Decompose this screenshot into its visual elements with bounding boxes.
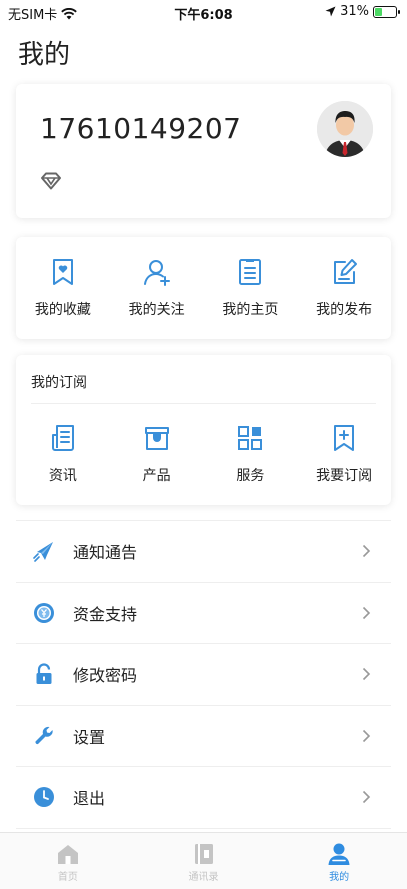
- subscription-news[interactable]: 资讯: [16, 423, 110, 485]
- tab-label: 通讯录: [188, 872, 219, 883]
- lock-icon: [36, 663, 52, 685]
- grid-icon: [238, 426, 263, 450]
- status-bar: 无SIM卡 下午6:08 31%: [0, 0, 407, 24]
- phone-number: 17610149207: [40, 112, 242, 145]
- chevron-right-icon: [362, 545, 371, 558]
- menu-item-funding[interactable]: 资金支持: [16, 583, 391, 644]
- subscription-label: 服务: [236, 468, 265, 484]
- subscription-add[interactable]: 我要订阅: [297, 423, 391, 485]
- action-label: 我的收藏: [34, 302, 91, 318]
- wrench-icon: [35, 726, 53, 744]
- news-icon: [51, 425, 74, 451]
- battery-percent: 31%: [340, 4, 369, 19]
- tab-bar: 首页 通讯录 我的: [0, 832, 407, 889]
- page-title: 我的: [18, 40, 71, 70]
- document-list-icon: [239, 259, 262, 285]
- status-right: 31%: [325, 4, 400, 19]
- tab-label: 我的: [329, 872, 350, 883]
- quick-actions-card: 我的收藏 我的关注 我的主页 我的发布: [16, 237, 391, 339]
- person-icon: [328, 843, 350, 865]
- diamond-icon: [41, 172, 61, 190]
- contacts-icon: [194, 844, 213, 864]
- edit-icon: [334, 259, 358, 284]
- home-icon: [57, 845, 78, 864]
- settings-menu: 通知通告 资金支持 修改密码 设置 退出: [16, 520, 391, 829]
- store-icon: [144, 427, 169, 450]
- quick-actions-grid: 我的收藏 我的关注 我的主页 我的发布: [16, 257, 391, 319]
- avatar-person-icon: [317, 101, 373, 157]
- chevron-right-icon: [362, 606, 371, 619]
- subscription-products[interactable]: 产品: [110, 423, 204, 485]
- chevron-right-icon: [362, 791, 371, 804]
- menu-item-settings[interactable]: 设置: [16, 706, 391, 767]
- menu-item-label: 修改密码: [73, 666, 138, 686]
- action-label: 我的主页: [222, 302, 279, 318]
- bookmark-add-icon: [334, 425, 355, 451]
- menu-item-label: 退出: [73, 789, 106, 809]
- subscription-services[interactable]: 服务: [204, 423, 298, 485]
- menu-item-change-password[interactable]: 修改密码: [16, 644, 391, 706]
- subscriptions-title: 我的订阅: [31, 375, 87, 391]
- menu-item-label: 通知通告: [73, 543, 138, 563]
- action-label: 我的关注: [128, 302, 185, 318]
- subscriptions-card: 我的订阅 资讯 产品 服务 我要订阅: [16, 355, 391, 505]
- coin-icon: [34, 602, 54, 623]
- subscription-label: 产品: [142, 468, 171, 484]
- action-publish[interactable]: 我的发布: [297, 257, 391, 319]
- menu-item-logout[interactable]: 退出: [16, 767, 391, 829]
- action-favorites[interactable]: 我的收藏: [16, 257, 110, 319]
- clock-icon: [34, 787, 54, 808]
- tab-label: 首页: [57, 872, 78, 883]
- action-homepage[interactable]: 我的主页: [204, 257, 298, 319]
- battery-fill: [375, 7, 382, 16]
- tab-home[interactable]: 首页: [0, 833, 136, 889]
- chevron-right-icon: [362, 668, 371, 681]
- megaphone-icon: [33, 542, 53, 563]
- subscriptions-grid: 资讯 产品 服务 我要订阅: [16, 423, 391, 485]
- divider: [31, 403, 376, 404]
- user-add-icon: [143, 260, 170, 286]
- battery-icon: [373, 5, 400, 18]
- subscription-label: 我要订阅: [316, 468, 373, 484]
- tab-contacts[interactable]: 通讯录: [136, 833, 272, 889]
- subscription-label: 资讯: [48, 468, 77, 484]
- menu-item-label: 资金支持: [73, 604, 138, 624]
- tab-mine[interactable]: 我的: [271, 833, 407, 889]
- menu-item-label: 设置: [73, 727, 106, 747]
- profile-card[interactable]: 17610149207: [16, 84, 391, 218]
- action-label: 我的发布: [316, 302, 373, 318]
- chevron-right-icon: [362, 729, 371, 742]
- menu-item-notices[interactable]: 通知通告: [16, 521, 391, 583]
- location-arrow-icon: [325, 6, 336, 17]
- avatar[interactable]: [317, 101, 373, 157]
- bookmark-heart-icon: [52, 259, 73, 285]
- action-following[interactable]: 我的关注: [110, 257, 204, 319]
